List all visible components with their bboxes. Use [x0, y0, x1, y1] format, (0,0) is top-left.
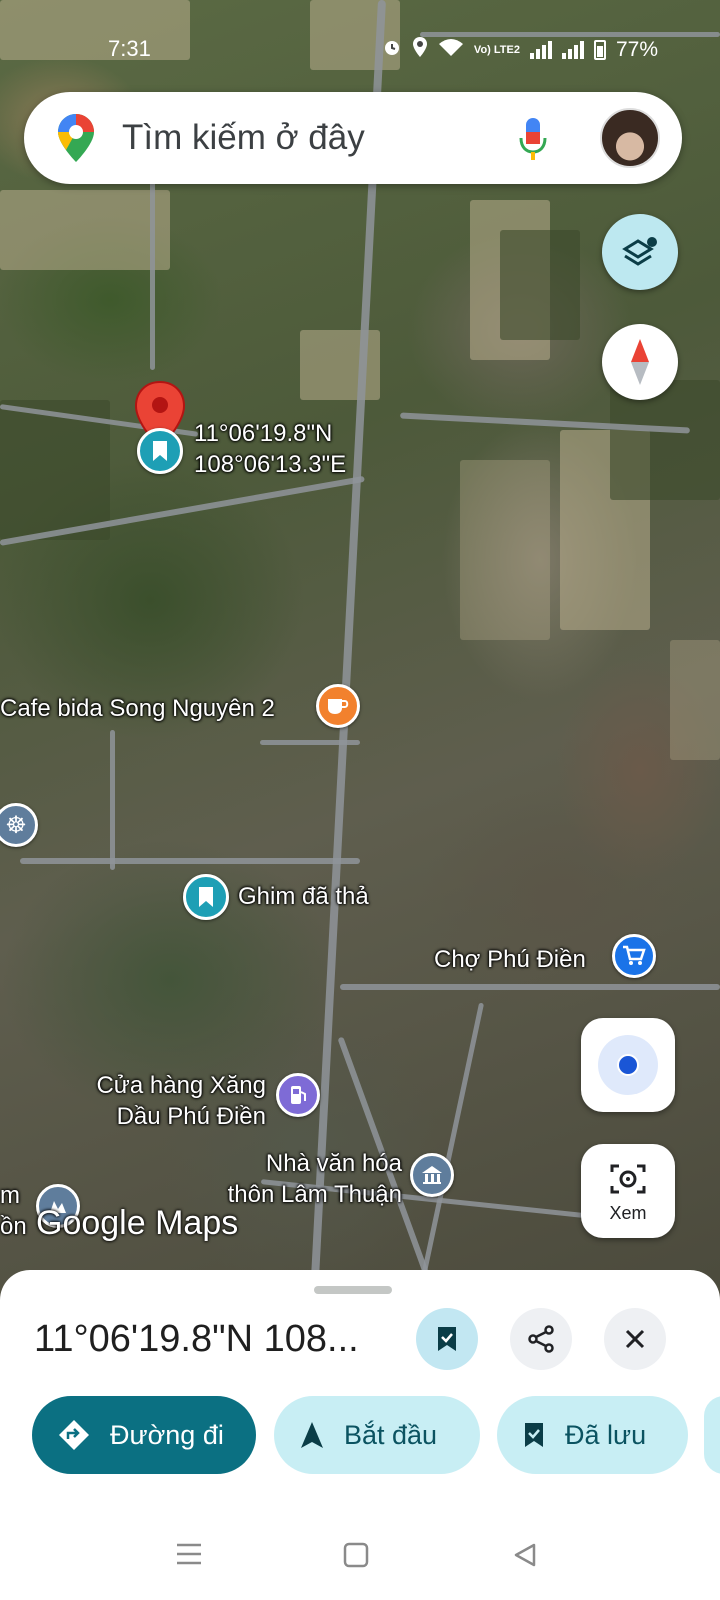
location-dot-icon — [617, 1054, 639, 1076]
saved-pin-icon[interactable] — [183, 874, 229, 920]
place-label-partial[interactable]: m ồn — [0, 1180, 27, 1242]
camera-lens-icon — [610, 1164, 646, 1194]
search-input[interactable]: Tìm kiếm ở đây — [122, 118, 365, 158]
coordinates-label: 11°06'19.8"N 108°06'13.3"E — [194, 420, 347, 478]
map-road — [420, 1002, 485, 1278]
place-label-cultural-hall[interactable]: Nhà văn hóa thôn Lâm Thuận — [196, 1148, 402, 1210]
saved-button[interactable]: Đã lưu — [497, 1396, 688, 1474]
alarm-icon — [382, 37, 402, 63]
close-icon — [625, 1329, 645, 1349]
directions-button[interactable]: Đường đi — [32, 1396, 256, 1474]
google-maps-pin-icon — [58, 114, 94, 162]
my-location-button[interactable] — [581, 1018, 675, 1112]
more-chip[interactable] — [704, 1396, 720, 1474]
location-icon — [412, 36, 428, 64]
dropped-pin-marker-icon[interactable] — [137, 428, 183, 474]
google-maps-logo: Google Maps — [36, 1204, 239, 1242]
system-nav-bar — [0, 1520, 720, 1600]
drag-handle[interactable] — [314, 1286, 392, 1294]
cafe-icon[interactable] — [316, 684, 360, 728]
bookmark-check-icon — [438, 1327, 456, 1351]
directions-icon — [59, 1420, 89, 1450]
start-label: Bắt đầu — [344, 1419, 438, 1450]
share-button[interactable] — [510, 1308, 572, 1370]
map-terrain — [0, 190, 170, 270]
volte-icon: Vo) LTE2 — [473, 43, 520, 56]
shopping-cart-icon[interactable] — [612, 934, 656, 978]
lens-label: Xem — [609, 1203, 647, 1223]
saved-label: Đã lưu — [565, 1419, 647, 1450]
microphone-icon[interactable] — [518, 116, 548, 162]
layers-button[interactable] — [602, 214, 678, 290]
start-button[interactable]: Bắt đầu — [274, 1396, 480, 1474]
map-road — [340, 984, 720, 990]
home-icon[interactable] — [343, 1542, 369, 1568]
map-terrain — [460, 460, 550, 640]
clock: 7:31 — [108, 36, 151, 61]
map-road — [260, 740, 360, 745]
battery-icon — [593, 40, 606, 60]
map-terrain — [670, 640, 720, 760]
recent-apps-icon[interactable] — [176, 1542, 202, 1566]
temple-icon[interactable]: ☸ — [0, 803, 38, 847]
map-road — [110, 730, 115, 870]
dharma-wheel-icon: ☸ — [5, 811, 27, 839]
status-bar: 7:31 Vo) LTE2 77% — [0, 28, 720, 68]
signal-icon — [561, 41, 584, 59]
building-icon[interactable] — [410, 1153, 454, 1197]
close-button[interactable] — [604, 1308, 666, 1370]
back-icon[interactable] — [512, 1542, 538, 1568]
avatar[interactable] — [600, 108, 660, 168]
layers-icon — [622, 237, 657, 266]
wifi-icon — [438, 37, 464, 63]
status-icons: Vo) LTE2 77% — [382, 36, 658, 64]
satellite-map[interactable]: 11°06'19.8"N 108°06'13.3"E Cafe bida Son… — [0, 0, 720, 1310]
place-label-cafe[interactable]: Cafe bida Song Nguyên 2 — [0, 693, 275, 724]
map-road — [309, 0, 386, 1309]
place-title: 11°06'19.8"N 108... — [34, 1318, 359, 1360]
gas-station-icon[interactable] — [276, 1073, 320, 1117]
compass-icon — [631, 339, 649, 385]
lens-view-button[interactable]: Xem — [581, 1144, 675, 1238]
bookmark-check-icon — [525, 1423, 543, 1447]
map-terrain — [500, 230, 580, 340]
share-icon — [528, 1325, 554, 1353]
place-label-market[interactable]: Chợ Phú Điền — [434, 944, 586, 975]
battery-percent: 77% — [615, 38, 658, 61]
signal-icon — [529, 41, 552, 59]
place-label-gas-station[interactable]: Cửa hàng Xăng Dầu Phú Điền — [80, 1070, 266, 1132]
place-label-dropped-pin[interactable]: Ghim đã thả — [238, 881, 369, 912]
map-road — [20, 858, 360, 864]
compass-button[interactable] — [602, 324, 678, 400]
save-button[interactable] — [416, 1308, 478, 1370]
search-bar[interactable]: Tìm kiếm ở đây — [24, 92, 682, 184]
map-terrain — [610, 380, 720, 500]
directions-label: Đường đi — [110, 1419, 224, 1450]
navigation-arrow-icon — [301, 1422, 323, 1448]
